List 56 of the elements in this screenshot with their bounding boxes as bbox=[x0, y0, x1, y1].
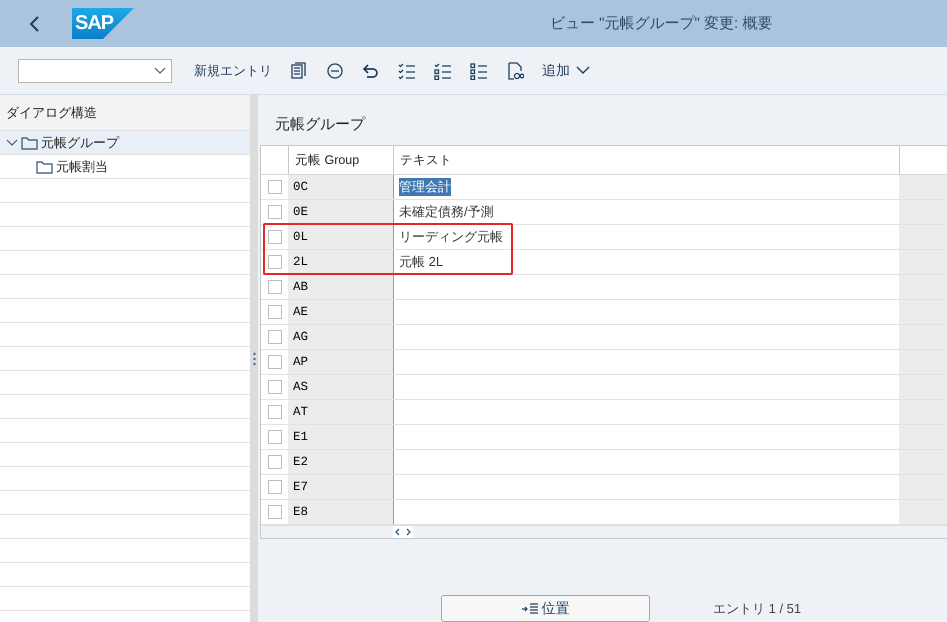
table-cell: AG bbox=[288, 325, 393, 349]
row-checkbox[interactable] bbox=[268, 330, 282, 344]
table-cell: E7 bbox=[288, 475, 393, 499]
new-entries-button[interactable]: 新規エントリ bbox=[194, 62, 272, 80]
table-cell: AT bbox=[288, 400, 393, 424]
checklist-icon[interactable] bbox=[398, 62, 416, 80]
chevron-down-icon[interactable] bbox=[6, 138, 18, 148]
row-checkbox[interactable] bbox=[268, 430, 282, 444]
tree-item[interactable]: 元帳グループ bbox=[0, 131, 250, 155]
splitter-handle-icon[interactable] bbox=[253, 352, 256, 366]
table-cell: 0L bbox=[288, 225, 393, 249]
window-title: ビュー "元帳グループ" 変更: 概要 bbox=[550, 14, 772, 33]
position-button[interactable]: 位置 bbox=[441, 595, 650, 622]
table-cell: E1 bbox=[288, 425, 393, 449]
row-checkbox[interactable] bbox=[268, 205, 282, 219]
row-checkbox[interactable] bbox=[268, 255, 282, 269]
scroll-arrows-icon[interactable] bbox=[393, 526, 413, 538]
row-checkbox[interactable] bbox=[268, 230, 282, 244]
dropdown-field[interactable] bbox=[18, 58, 172, 82]
table-cell: E8 bbox=[288, 500, 393, 524]
row-checkbox[interactable] bbox=[268, 380, 282, 394]
table-cell: E2 bbox=[288, 450, 393, 474]
document-glasses-icon[interactable] bbox=[506, 62, 524, 80]
table-cell: AB bbox=[288, 275, 393, 299]
table-cell: 2L bbox=[288, 250, 393, 274]
row-checkbox[interactable] bbox=[268, 455, 282, 469]
entry-count: エントリ 1 / 51 bbox=[713, 600, 802, 618]
logo: SAP bbox=[72, 8, 134, 39]
more-menu[interactable]: 追加 bbox=[542, 62, 590, 80]
chevron-down-icon bbox=[154, 66, 166, 74]
row-checkbox[interactable] bbox=[268, 405, 282, 419]
table-cell: 0C bbox=[288, 175, 393, 199]
row-checkbox[interactable] bbox=[268, 480, 282, 494]
row-checkbox[interactable] bbox=[268, 305, 282, 319]
table-cell: AS bbox=[288, 375, 393, 399]
checklist-icon[interactable] bbox=[434, 62, 452, 80]
folder-icon bbox=[21, 136, 38, 150]
undo-icon[interactable] bbox=[362, 62, 380, 80]
minus-circle-icon[interactable] bbox=[326, 62, 344, 80]
table-cell: AE bbox=[288, 300, 393, 324]
table-cell: 0E bbox=[288, 200, 393, 224]
row-checkbox[interactable] bbox=[268, 280, 282, 294]
copy-icon[interactable] bbox=[290, 62, 308, 80]
table-cell[interactable]: 管理会計 bbox=[393, 175, 899, 199]
panel-title: 元帳グループ bbox=[275, 115, 366, 135]
list-icon[interactable] bbox=[470, 62, 488, 80]
column-header[interactable]: 元帳 Group bbox=[288, 146, 393, 174]
chevron-down-icon bbox=[576, 66, 590, 75]
row-checkbox[interactable] bbox=[268, 355, 282, 369]
column-header[interactable]: テキスト bbox=[393, 146, 899, 174]
row-checkbox[interactable] bbox=[268, 180, 282, 194]
indent-list-icon bbox=[522, 602, 538, 614]
folder-icon bbox=[36, 160, 53, 174]
table-cell: AP bbox=[288, 350, 393, 374]
sidebar-title: ダイアログ構造 bbox=[0, 95, 250, 131]
row-checkbox[interactable] bbox=[268, 505, 282, 519]
